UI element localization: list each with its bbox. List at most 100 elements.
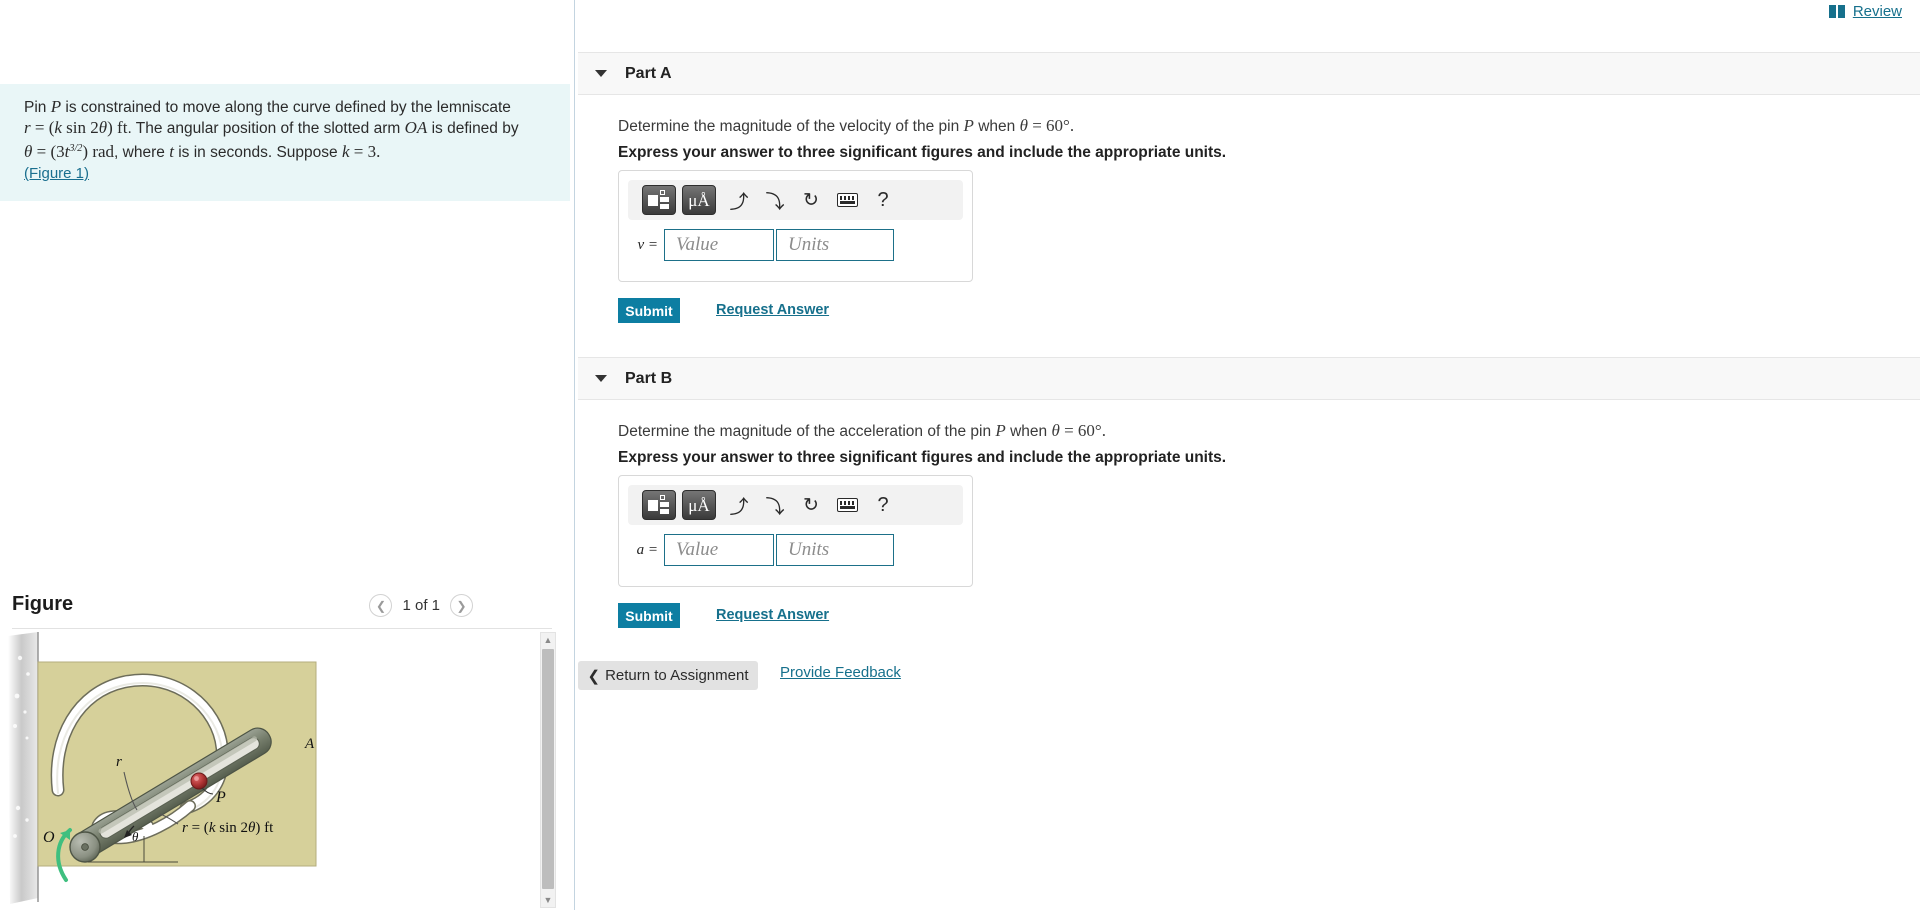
keyboard-icon-b[interactable] xyxy=(830,490,864,520)
provide-feedback-link[interactable]: Provide Feedback xyxy=(780,664,901,681)
q3-eq: = (3 xyxy=(32,142,65,162)
question-statement: Pin P is constrained to move along the c… xyxy=(0,84,570,202)
caret-down-icon-b[interactable] xyxy=(595,375,607,382)
part-a-label: Part A xyxy=(625,64,672,82)
part-b-prompt: Determine the magnitude of the accelerat… xyxy=(618,421,1106,441)
part-b-var-label: a = xyxy=(636,541,658,558)
figure-next-button[interactable]: ❯ xyxy=(450,594,473,617)
q3-exp: 3/2 xyxy=(69,143,83,154)
help-icon-b[interactable]: ? xyxy=(866,490,900,520)
micro-angstrom-icon: μÅ xyxy=(688,495,710,515)
figure-1-link-row: (Figure 1) xyxy=(24,165,546,183)
return-to-assignment-label: Return to Assignment xyxy=(605,667,749,684)
part-b-submit-button[interactable]: Submit xyxy=(618,603,680,628)
part-b-value-input[interactable]: Value xyxy=(664,534,774,566)
pa-val: = 60°. xyxy=(1027,116,1075,135)
q2-tail: is defined by xyxy=(427,120,519,137)
return-to-assignment-button[interactable]: ❮ Return to Assignment xyxy=(578,661,758,690)
q2-var-k: k xyxy=(54,118,62,137)
q3-rest: , where xyxy=(114,144,170,162)
part-a-answer-row: v = Value Units xyxy=(628,229,894,261)
question-line-3: θ = (3t3/2) rad, where t is in seconds. … xyxy=(24,139,546,163)
figure-divider xyxy=(12,628,552,629)
template-icon-button-b[interactable] xyxy=(642,490,676,520)
scroll-up-arrow-icon[interactable]: ▲ xyxy=(541,633,555,647)
part-a-value-placeholder: Value xyxy=(676,234,719,255)
undo-icon-a[interactable]: ⤴ xyxy=(722,185,756,215)
part-a-toolbar: μÅ ⤴ ⤵ ↻ ? xyxy=(628,180,963,220)
q3-close: ) xyxy=(82,142,93,162)
help-icon-a[interactable]: ? xyxy=(866,185,900,215)
q2-theta: θ xyxy=(98,118,108,137)
micro-angstrom-icon: μÅ xyxy=(688,190,710,210)
chevron-left-icon: ❮ xyxy=(587,667,601,685)
part-a-answer-box: μÅ ⤴ ⤵ ↻ ? v = Value Units xyxy=(618,170,973,282)
figure-label-P: P xyxy=(215,789,226,806)
figure-scrollbar[interactable]: ▲ ▼ xyxy=(540,632,556,908)
figure-viewport[interactable]: A O P r θ r = (k sin 2θ) ft xyxy=(0,630,552,910)
template-icon xyxy=(648,190,670,210)
figure-label-O: O xyxy=(43,829,55,846)
pb-theta: θ xyxy=(1051,421,1060,440)
left-panel: Pin P is constrained to move along the c… xyxy=(0,0,575,910)
template-icon xyxy=(648,495,670,515)
part-a-var-label: v = xyxy=(637,236,658,253)
pa-var-p: P xyxy=(963,116,974,135)
part-a-units-placeholder: Units xyxy=(788,234,830,255)
redo-icon-a[interactable]: ⤵ xyxy=(758,185,792,215)
scroll-down-arrow-icon[interactable]: ▼ xyxy=(541,893,555,907)
redo-icon-b[interactable]: ⤵ xyxy=(758,490,792,520)
keyboard-icon-a[interactable] xyxy=(830,185,864,215)
reset-icon-b[interactable]: ↻ xyxy=(794,490,828,520)
pa-text-a: Determine the magnitude of the velocity … xyxy=(618,118,964,135)
part-a-request-answer-link[interactable]: Request Answer xyxy=(716,302,829,318)
figure-nav: ❮ 1 of 1 ❯ xyxy=(369,594,473,617)
template-icon-button-a[interactable] xyxy=(642,185,676,215)
q2-ft: ft xyxy=(117,118,128,137)
q2-oa: OA xyxy=(404,118,428,137)
lemniscate-mechanism-diagram: A O P r θ r = (k sin 2θ) ft xyxy=(8,632,317,904)
pb-var-p: P xyxy=(995,421,1006,440)
part-b-instruction: Express your answer to three significant… xyxy=(618,449,1227,466)
q2-sin: sin 2 xyxy=(61,118,99,137)
main-content: Part A Determine the magnitude of the ve… xyxy=(576,0,1920,910)
part-b-header[interactable]: Part B xyxy=(578,357,1920,400)
q2-var-r: r xyxy=(24,118,31,137)
figure-label-r: r xyxy=(116,754,122,770)
question-line-2: r = (k sin 2θ) ft. The angular position … xyxy=(24,118,546,139)
part-b-units-placeholder: Units xyxy=(788,539,830,560)
q1-text-a: Pin xyxy=(24,99,51,116)
q1-var-p: P xyxy=(50,97,62,116)
part-b-answer-box: μÅ ⤴ ⤵ ↻ ? a = Value Units xyxy=(618,475,973,587)
part-b-request-answer-link[interactable]: Request Answer xyxy=(716,607,829,623)
pb-text-b: when xyxy=(1005,423,1052,440)
part-a-value-input[interactable]: Value xyxy=(664,229,774,261)
reset-icon-a[interactable]: ↻ xyxy=(794,185,828,215)
part-b-units-input[interactable]: Units xyxy=(776,534,894,566)
q3-kval: = 3. xyxy=(349,142,381,162)
units-icon-button-b[interactable]: μÅ xyxy=(682,490,716,520)
figure-prev-button[interactable]: ❮ xyxy=(369,594,393,617)
part-a-header[interactable]: Part A xyxy=(578,52,1920,95)
figure-count-label: 1 of 1 xyxy=(402,597,440,614)
figure-header: Figure ❮ 1 of 1 ❯ xyxy=(0,585,575,627)
caret-down-icon-a[interactable] xyxy=(595,70,607,77)
question-line-1: Pin P is constrained to move along the c… xyxy=(24,97,546,118)
figure-panel-title: Figure xyxy=(12,593,74,615)
part-a-submit-button[interactable]: Submit xyxy=(618,298,680,323)
part-b-answer-row: a = Value Units xyxy=(628,534,894,566)
scrollbar-thumb[interactable] xyxy=(542,649,554,889)
q3-rest2: is in seconds. Suppose xyxy=(173,144,342,162)
figure-label-equation: r = (k sin 2θ) ft xyxy=(182,820,274,836)
units-icon-button-a[interactable]: μÅ xyxy=(682,185,716,215)
part-b-toolbar: μÅ ⤴ ⤵ ↻ ? xyxy=(628,485,963,525)
q2-rest: . The angular position of the slotted ar… xyxy=(127,120,405,137)
figure-1-link[interactable]: (Figure 1) xyxy=(24,165,89,182)
q2-eq: = ( xyxy=(30,118,55,137)
part-a-units-input[interactable]: Units xyxy=(776,229,894,261)
q3-k: k xyxy=(341,142,350,162)
part-a-instruction: Express your answer to three significant… xyxy=(618,144,1227,161)
q2-close: ) xyxy=(107,118,118,137)
undo-icon-b[interactable]: ⤴ xyxy=(722,490,756,520)
pa-theta: θ xyxy=(1019,116,1028,135)
